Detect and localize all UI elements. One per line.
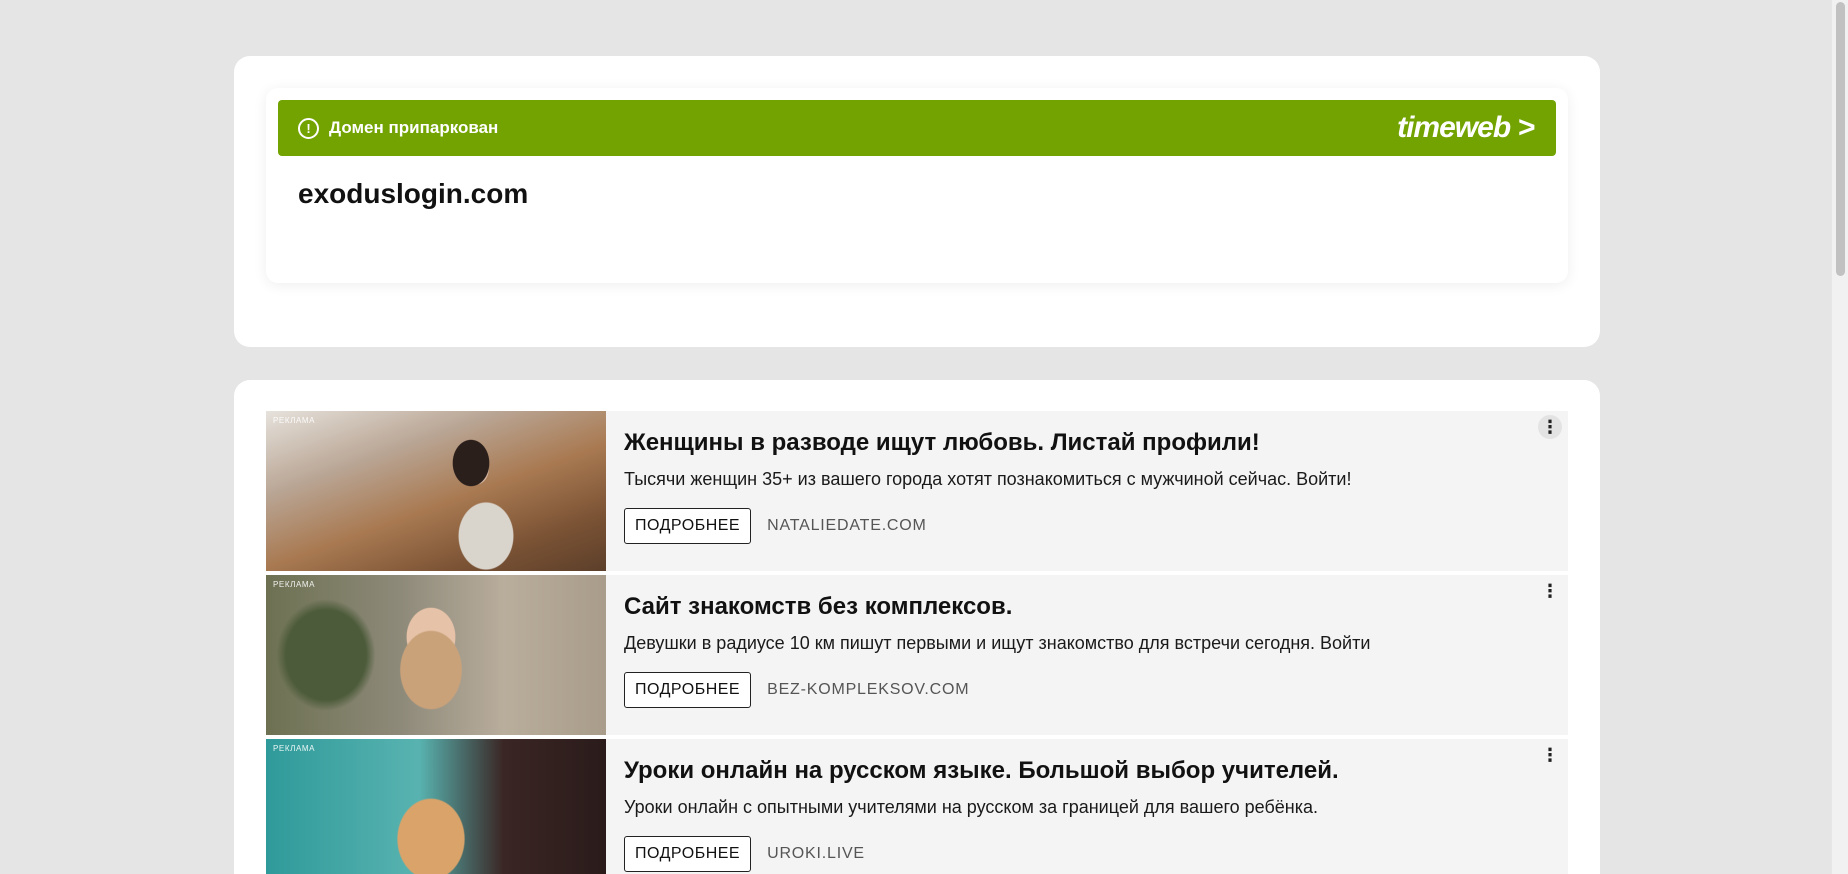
- ad-title[interactable]: Женщины в разводе ищут любовь. Листай пр…: [624, 429, 1550, 457]
- ad-label: РЕКЛАМА: [273, 580, 316, 589]
- ad-label: РЕКЛАМА: [273, 416, 316, 425]
- ad-description: Уроки онлайн с опытными учителями на рус…: [624, 797, 1319, 817]
- ad-domain[interactable]: NATALIEDATE.COM: [767, 517, 927, 535]
- parked-domain-panel: ! Домен припаркован timeweb > exoduslogi…: [266, 88, 1568, 283]
- ad-actions: ПОДРОБНЕЕ NATALIEDATE.COM: [624, 508, 1550, 544]
- info-icon: !: [298, 117, 319, 139]
- ad-domain[interactable]: UROKI.LIVE: [767, 845, 865, 863]
- ad-item[interactable]: РЕКЛАМА Сайт знакомств без комплексов. Д…: [266, 575, 1568, 735]
- ad-image[interactable]: РЕКЛАМА: [266, 411, 606, 571]
- vertical-scrollbar[interactable]: [1831, 0, 1848, 874]
- domain-title: exoduslogin.com: [298, 178, 529, 209]
- ad-image[interactable]: РЕКЛАМА: [266, 575, 606, 735]
- ad-title[interactable]: Уроки онлайн на русском языке. Большой в…: [624, 757, 1550, 785]
- more-button[interactable]: ПОДРОБНЕЕ: [624, 836, 752, 872]
- ad-description: Тысячи женщин 35+ из вашего города хотят…: [624, 469, 1352, 489]
- timeweb-logo-link[interactable]: timeweb >: [1397, 111, 1535, 145]
- parked-banner: ! Домен припаркован timeweb >: [278, 100, 1556, 156]
- more-options-icon[interactable]: ⋮: [1538, 579, 1562, 603]
- ads-card: РЕКЛАМА Женщины в разводе ищут любовь. Л…: [234, 380, 1600, 874]
- page: ! Домен припаркован timeweb > exoduslogi…: [0, 0, 1848, 874]
- ad-image[interactable]: РЕКЛАМА: [266, 739, 606, 874]
- more-button[interactable]: ПОДРОБНЕЕ: [624, 508, 752, 544]
- more-options-icon[interactable]: ⋮: [1538, 415, 1562, 439]
- ad-title[interactable]: Сайт знакомств без комплексов.: [624, 593, 1550, 621]
- ad-actions: ПОДРОБНЕЕ BEZ-KOMPLEKSOV.COM: [624, 672, 1550, 708]
- ad-body: Сайт знакомств без комплексов. Девушки в…: [606, 575, 1568, 735]
- more-options-icon[interactable]: ⋮: [1538, 743, 1562, 767]
- ad-body: Женщины в разводе ищут любовь. Листай пр…: [606, 411, 1568, 571]
- banner-left: ! Домен припаркован: [298, 117, 499, 139]
- ad-label: РЕКЛАМА: [273, 744, 316, 753]
- ad-body: Уроки онлайн на русском языке. Большой в…: [606, 739, 1568, 874]
- ad-item[interactable]: РЕКЛАМА Женщины в разводе ищут любовь. Л…: [266, 411, 1568, 571]
- more-button[interactable]: ПОДРОБНЕЕ: [624, 672, 752, 708]
- parked-domain-card: ! Домен припаркован timeweb > exoduslogi…: [234, 56, 1600, 347]
- ad-domain[interactable]: BEZ-KOMPLEKSOV.COM: [767, 681, 969, 699]
- scrollbar-thumb[interactable]: [1836, 2, 1845, 276]
- banner-text: Домен припаркован: [329, 118, 499, 137]
- ad-actions: ПОДРОБНЕЕ UROKI.LIVE: [624, 836, 1550, 872]
- ad-description: Девушки в радиусе 10 км пишут первыми и …: [624, 633, 1371, 653]
- ad-item[interactable]: РЕКЛАМА Уроки онлайн на русском языке. Б…: [266, 739, 1568, 874]
